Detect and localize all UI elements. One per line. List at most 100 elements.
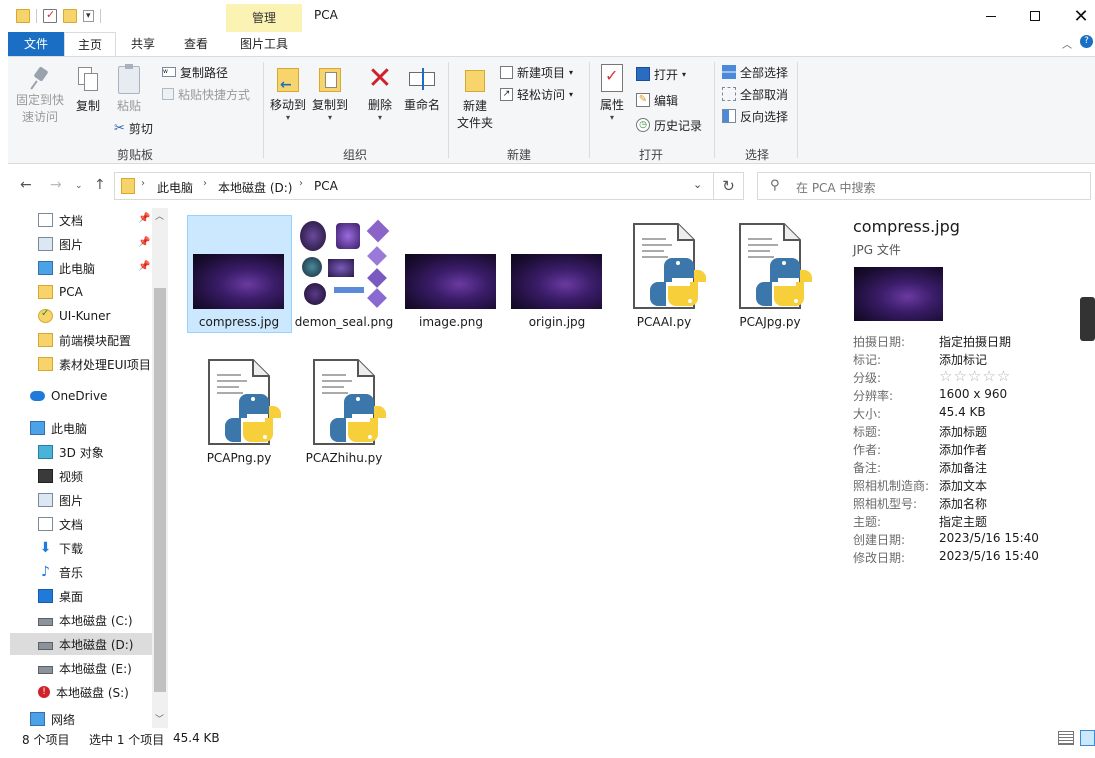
- pin-icon[interactable]: 📌: [138, 261, 150, 272]
- invert-selection-button[interactable]: 反向选择: [722, 107, 788, 125]
- nav-item-desktop[interactable]: 桌面: [38, 585, 83, 607]
- nav-item-onedrive[interactable]: OneDrive: [30, 385, 107, 407]
- nav-item-documents[interactable]: 文档: [38, 209, 83, 231]
- history-button[interactable]: ◷ 历史记录: [636, 116, 702, 134]
- breadcrumb-pca[interactable]: PCA: [314, 179, 338, 193]
- new-folder-button[interactable]: 新建 文件夹: [454, 64, 496, 132]
- chevron-down-icon[interactable]: ▾: [83, 10, 94, 22]
- move-to-button[interactable]: ← 移动到 ▾: [268, 64, 308, 122]
- new-item-button[interactable]: 新建项目 ▾: [500, 63, 573, 81]
- file-item-pcazhihu[interactable]: PCAZhihu.py: [292, 352, 396, 470]
- prop-value-comments[interactable]: 添加备注: [939, 459, 987, 476]
- search-placeholder[interactable]: 在 PCA 中搜索: [796, 179, 875, 196]
- nav-scrollbar-thumb[interactable]: [154, 288, 166, 692]
- refresh-button[interactable]: ↻: [714, 172, 744, 200]
- nav-item-frontend-config[interactable]: 前端模块配置: [38, 329, 131, 351]
- paste-button[interactable]: 粘贴: [110, 64, 148, 115]
- tab-share[interactable]: 共享: [118, 32, 168, 56]
- nav-item-videos[interactable]: 视频: [38, 465, 83, 487]
- tab-home[interactable]: 主页: [64, 32, 116, 57]
- collapse-ribbon-icon[interactable]: ︿: [1062, 36, 1072, 51]
- prop-value-tags[interactable]: 添加标记: [939, 351, 987, 368]
- search-box[interactable]: ⚲ 在 PCA 中搜索: [757, 172, 1091, 200]
- address-dropdown-chevron-icon[interactable]: ⌄: [693, 178, 702, 191]
- chevron-down-icon: ▾: [377, 113, 382, 122]
- copy-path-button[interactable]: w 复制路径: [162, 63, 228, 81]
- properties-button[interactable]: ✓ 属性 ▾: [596, 64, 628, 122]
- nav-item-music[interactable]: ♪ 音乐: [38, 561, 83, 583]
- recent-locations-chevron-icon[interactable]: ⌄: [75, 181, 83, 191]
- easy-access-button[interactable]: ↗ 轻松访问 ▾: [500, 85, 573, 103]
- pin-quick-access-button[interactable]: 固定到快 速访问: [12, 66, 68, 126]
- address-bar[interactable]: › 此电脑 › 本地磁盘 (D:) › PCA ⌄: [114, 172, 714, 200]
- prop-value-author[interactable]: 添加作者: [939, 441, 987, 458]
- nav-item-ui-kuner[interactable]: ✓ UI-Kuner: [38, 305, 110, 327]
- paste-shortcut-button[interactable]: 粘贴快捷方式: [162, 85, 250, 103]
- nav-item-documents-pc[interactable]: 文档: [38, 513, 83, 535]
- tab-picture-tools[interactable]: 图片工具: [226, 32, 302, 56]
- file-item-pcajpg[interactable]: PCAJpg.py: [718, 216, 822, 334]
- rename-button[interactable]: 重命名: [402, 64, 442, 114]
- folder-icon[interactable]: [16, 9, 30, 23]
- scroll-up-arrow-icon[interactable]: ︿: [155, 209, 164, 222]
- breadcrumb-this-pc[interactable]: 此电脑: [157, 179, 193, 196]
- nav-item-pictures-pc[interactable]: 图片: [38, 489, 83, 511]
- back-arrow-icon[interactable]: ←: [20, 177, 32, 193]
- close-button[interactable]: ✕: [1058, 0, 1095, 32]
- nav-item-drive-s[interactable]: ! 本地磁盘 (S:): [38, 681, 129, 703]
- nav-item-this-pc[interactable]: 此电脑: [30, 417, 87, 439]
- prop-value-title[interactable]: 添加标题: [939, 423, 987, 440]
- nav-item-3d-objects[interactable]: 3D 对象: [38, 441, 104, 463]
- details-view-icon[interactable]: [1058, 731, 1074, 745]
- tab-view[interactable]: 查看: [170, 32, 222, 56]
- cut-button[interactable]: ✂ 剪切: [114, 119, 153, 137]
- scroll-down-arrow-icon[interactable]: ﹀: [155, 712, 164, 725]
- properties-check-icon: ✓: [601, 64, 623, 92]
- side-handle[interactable]: [1080, 297, 1095, 341]
- file-item-compress[interactable]: compress.jpg: [187, 216, 291, 334]
- nav-item-drive-d[interactable]: 本地磁盘 (D:): [38, 633, 133, 655]
- copy-to-button[interactable]: 复制到 ▾: [310, 64, 350, 122]
- breadcrumb-drive-d[interactable]: 本地磁盘 (D:): [218, 179, 292, 196]
- history-label: 历史记录: [654, 118, 703, 133]
- delete-button[interactable]: ✕ 删除 ▾: [362, 64, 398, 122]
- open-button[interactable]: 打开 ▾: [636, 65, 686, 83]
- select-none-button[interactable]: 全部取消: [722, 85, 788, 103]
- up-arrow-icon[interactable]: ↑: [94, 177, 106, 193]
- nav-item-downloads[interactable]: ⬇ 下载: [38, 537, 83, 559]
- large-icons-view-icon[interactable]: [1080, 730, 1095, 746]
- file-item-pcaai[interactable]: PCAAI.py: [612, 216, 716, 334]
- prop-value-subject[interactable]: 指定主题: [939, 513, 987, 530]
- nav-label: 此电脑: [59, 261, 96, 276]
- file-item-origin[interactable]: origin.jpg: [505, 216, 609, 334]
- new-folder-icon[interactable]: [63, 9, 77, 23]
- minimize-button[interactable]: [968, 0, 1014, 32]
- nav-item-pictures[interactable]: 图片: [38, 233, 83, 255]
- tab-file[interactable]: 文件: [8, 32, 64, 56]
- forward-arrow-icon[interactable]: →: [50, 177, 62, 193]
- image-open-icon: [636, 67, 650, 81]
- nav-item-network[interactable]: 网络: [30, 712, 75, 726]
- nav-item-drive-e[interactable]: 本地磁盘 (E:): [38, 657, 132, 679]
- file-item-pcapng[interactable]: PCAPng.py: [187, 352, 291, 470]
- edit-button[interactable]: ✎ 编辑: [636, 91, 678, 109]
- file-item-demon-seal[interactable]: demon_seal.png: [292, 216, 396, 346]
- computer-icon: [38, 261, 53, 275]
- help-icon[interactable]: ?: [1080, 35, 1093, 48]
- chevron-down-icon: ▾: [569, 67, 574, 77]
- nav-item-this-pc-quick[interactable]: 此电脑: [38, 257, 95, 279]
- properties-check-icon[interactable]: ✓: [43, 8, 57, 23]
- prop-value-camera-maker[interactable]: 添加文本: [939, 477, 987, 494]
- select-all-button[interactable]: 全部选择: [722, 63, 788, 81]
- prop-value-rating-stars[interactable]: ☆☆☆☆☆: [939, 367, 1011, 385]
- prop-value-camera-model[interactable]: 添加名称: [939, 495, 987, 512]
- nav-item-drive-c[interactable]: 本地磁盘 (C:): [38, 609, 133, 631]
- prop-value-date-taken[interactable]: 指定拍摄日期: [939, 333, 1011, 350]
- maximize-button[interactable]: [1012, 0, 1058, 32]
- pin-icon[interactable]: 📌: [138, 213, 150, 224]
- file-item-image[interactable]: image.png: [399, 216, 503, 334]
- nav-item-eui-project[interactable]: 素材处理EUI项目: [38, 353, 151, 375]
- nav-item-pca[interactable]: PCA: [38, 281, 83, 303]
- copy-button[interactable]: 复制: [70, 66, 106, 115]
- pin-icon[interactable]: 📌: [138, 237, 150, 248]
